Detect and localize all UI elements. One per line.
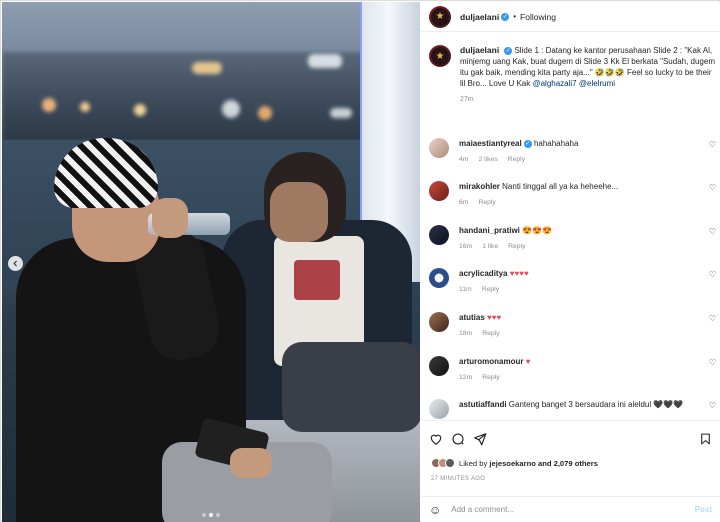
- comment-likes[interactable]: 1 like: [482, 243, 498, 250]
- mention-link[interactable]: @elelrumi: [579, 79, 615, 88]
- avatar: [445, 458, 455, 468]
- comment-item: arturomonamour ♥ 12m Reply ♡: [429, 356, 720, 381]
- verified-badge-icon: ✓: [504, 46, 513, 55]
- comment-likes[interactable]: 2 likes: [478, 156, 497, 163]
- avatar[interactable]: [429, 312, 449, 332]
- bookmark-icon[interactable]: [699, 432, 712, 446]
- comment-item: astutiaffandi Ganteng banget 3 bersaudar…: [429, 399, 720, 419]
- comment-text: ♥♥♥: [487, 313, 502, 322]
- mention-link[interactable]: @alghazali7: [532, 79, 576, 88]
- comment-item: acrylicaditya ♥♥♥♥ 11m Reply ♡: [429, 268, 720, 293]
- comment-item: mirakohler Nanti tinggal all ya ka hehee…: [429, 181, 720, 206]
- post-header: ★ duljaelani ✓ • Following: [421, 2, 720, 32]
- reply-button[interactable]: Reply: [508, 243, 525, 250]
- comment-username[interactable]: maiaestiantyreal: [459, 139, 522, 148]
- avatar[interactable]: [429, 268, 449, 288]
- avatar[interactable]: [429, 356, 449, 376]
- comment-like-heart-icon[interactable]: ♡: [709, 227, 716, 236]
- comment-username[interactable]: acrylicaditya: [459, 269, 507, 278]
- comment-username[interactable]: astutiaffandi: [459, 400, 507, 409]
- reply-button[interactable]: Reply: [482, 286, 499, 293]
- star-logo-icon: ★: [431, 47, 449, 65]
- reply-button[interactable]: Reply: [478, 199, 495, 206]
- comment-text: ♥: [525, 357, 531, 366]
- comment-username[interactable]: mirakohler: [459, 182, 500, 191]
- avatar[interactable]: [429, 399, 449, 419]
- comment-text: Ganteng banget 3 bersaudara ini aleldul …: [508, 400, 684, 409]
- comment-time: 12m: [459, 374, 473, 381]
- emoji-icon[interactable]: ☺: [429, 503, 441, 517]
- reply-button[interactable]: Reply: [508, 156, 525, 163]
- verified-badge-icon: ✓: [501, 12, 510, 21]
- post-modal: ★ duljaelani ✓ • Following ★ duljaelani ✓…: [0, 0, 720, 522]
- liked-by-user[interactable]: jejesoekarno: [489, 459, 535, 468]
- comment-time: 18m: [459, 330, 473, 337]
- reply-button[interactable]: Reply: [482, 374, 499, 381]
- comment-like-heart-icon[interactable]: ♡: [709, 314, 716, 323]
- carousel-indicator: [202, 513, 220, 517]
- carousel-prev-button[interactable]: [8, 256, 23, 271]
- comment-item: atutias ♥♥♥ 18m Reply ♡: [429, 312, 720, 337]
- comment-like-heart-icon[interactable]: ♡: [709, 270, 716, 279]
- comment-time: 4m: [459, 156, 469, 163]
- comment-item: maiaestiantyreal ✓ hahahahaha 4m 2 likes Re…: [429, 138, 720, 163]
- carousel-dot-active: [209, 513, 213, 517]
- comment-icon[interactable]: [451, 432, 465, 446]
- carousel-dot: [216, 513, 220, 517]
- comment-like-heart-icon[interactable]: ♡: [709, 183, 716, 192]
- post-time: 27 MINUTES AGO: [431, 476, 486, 482]
- verified-badge-icon: ✓: [523, 139, 532, 148]
- comment-username[interactable]: handani_pratiwi: [459, 226, 520, 235]
- caption-text-block: duljaelani ✓ Slide 1 : Datang ke kantor p…: [460, 45, 715, 89]
- post-photo[interactable]: [2, 2, 420, 522]
- heart-icon[interactable]: [429, 432, 443, 446]
- separator: •: [513, 12, 517, 21]
- caption-time: 27m: [460, 96, 474, 103]
- action-bar: [429, 428, 712, 450]
- comment-text: hahahahaha: [533, 139, 579, 148]
- avatar[interactable]: [429, 225, 449, 245]
- reply-button[interactable]: Reply: [482, 330, 499, 337]
- comment-text: ♥♥♥♥: [509, 269, 529, 278]
- comment-like-heart-icon[interactable]: ♡: [709, 358, 716, 367]
- comment-username[interactable]: arturomonamour: [459, 357, 523, 366]
- share-icon[interactable]: [473, 432, 487, 446]
- comment-input[interactable]: Add a comment...: [451, 505, 694, 514]
- comment-time: 16m: [459, 243, 473, 250]
- comments-scroll[interactable]: ★ duljaelani ✓ Slide 1 : Datang ke kantor…: [421, 33, 720, 419]
- post-button[interactable]: Post: [695, 505, 712, 514]
- likes-count[interactable]: and 2,079 others: [538, 459, 598, 468]
- comment-username[interactable]: atutias: [459, 313, 485, 322]
- avatar[interactable]: [429, 181, 449, 201]
- carousel-dot: [202, 513, 206, 517]
- likes-prefix: Liked by: [459, 458, 488, 468]
- comment-like-heart-icon[interactable]: ♡: [709, 401, 716, 410]
- caption: ★ duljaelani ✓ Slide 1 : Datang ke kantor…: [421, 33, 720, 103]
- comment-item: handani_pratiwi 😍😍😍 16m 1 like Reply ♡: [429, 225, 720, 250]
- post-side-panel: ★ duljaelani ✓ • Following ★ duljaelani ✓…: [421, 2, 720, 522]
- avatar[interactable]: [429, 138, 449, 158]
- comment-text: 😍😍😍: [522, 226, 553, 235]
- chevron-left-icon: [13, 260, 17, 267]
- star-logo-icon: ★: [431, 7, 449, 26]
- caption-avatar[interactable]: ★: [429, 45, 451, 67]
- avatar[interactable]: ★: [429, 5, 451, 28]
- caption-username[interactable]: duljaelani: [460, 45, 499, 55]
- comment-time: 6m: [459, 199, 469, 206]
- add-comment-bar: ☺ Add a comment... Post: [421, 496, 720, 522]
- liker-avatars: [431, 458, 455, 468]
- comment-like-heart-icon[interactable]: ♡: [709, 140, 716, 149]
- comment-time: 11m: [459, 286, 472, 293]
- header-username[interactable]: duljaelani: [460, 12, 499, 22]
- divider: [421, 420, 720, 421]
- likes-summary: Liked by jejesoekarno and 2,079 others: [431, 458, 598, 468]
- follow-status-button[interactable]: Following: [520, 12, 556, 22]
- comment-text: Nanti tinggal all ya ka heheehe...: [502, 182, 619, 191]
